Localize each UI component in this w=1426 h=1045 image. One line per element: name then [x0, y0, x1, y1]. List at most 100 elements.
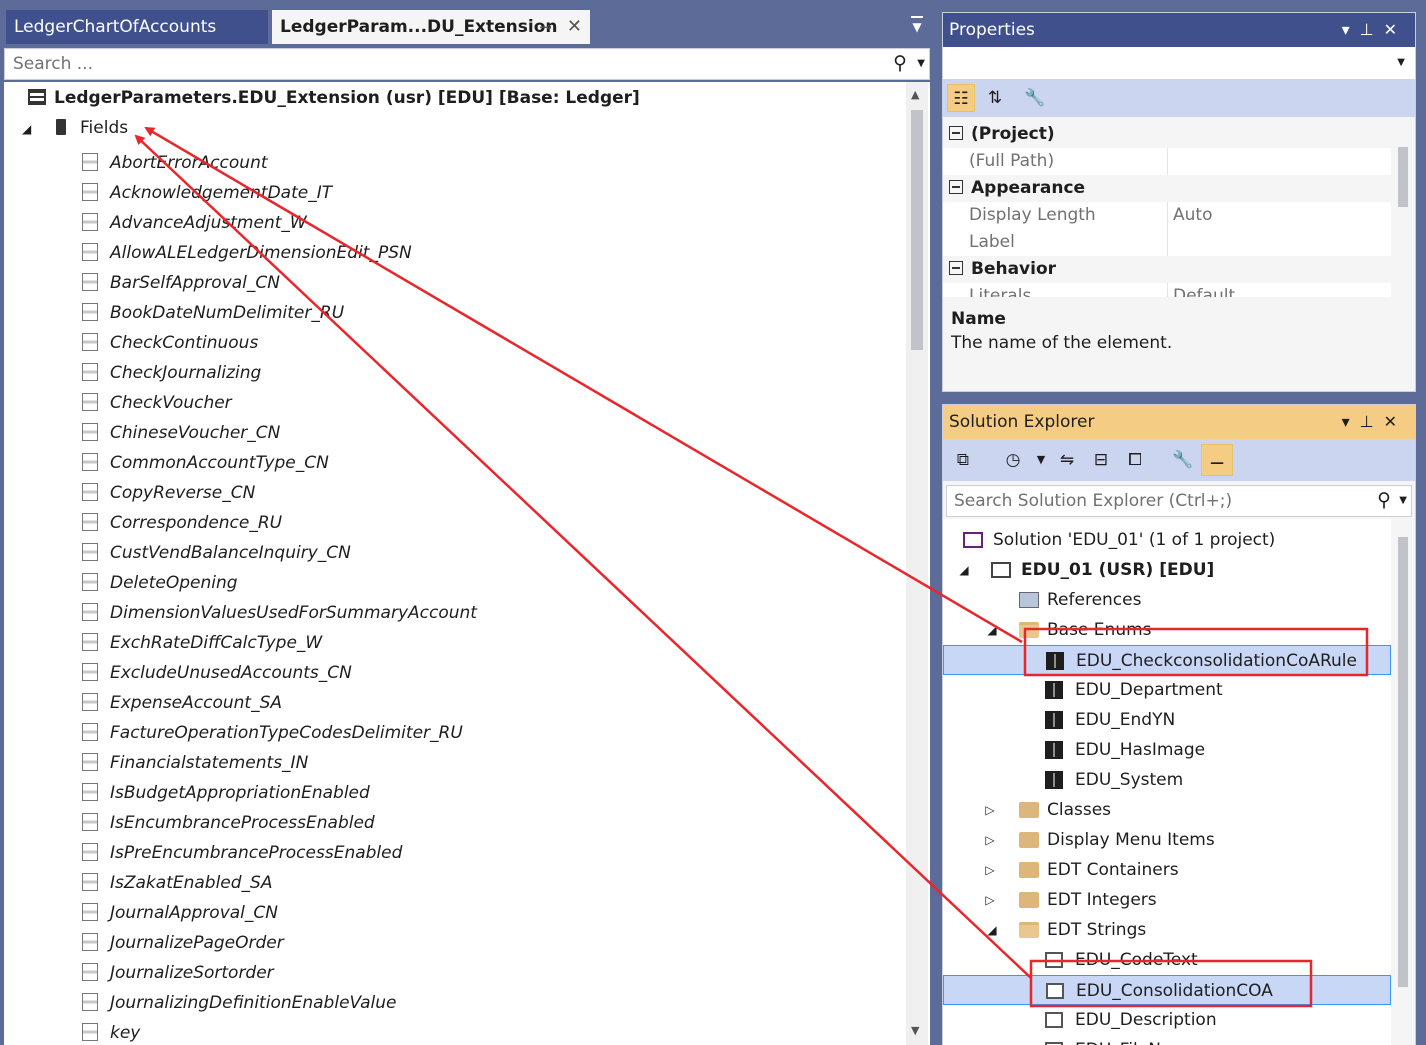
dropdown-icon[interactable]: ▾	[1342, 20, 1360, 39]
field-item[interactable]: Correspondence_RU	[82, 508, 477, 538]
property-value[interactable]: Auto	[1173, 202, 1212, 229]
field-item[interactable]: JournalizeSortorder	[82, 958, 477, 988]
tree-node-edt-string[interactable]: EDU_FileName	[943, 1035, 1391, 1045]
expand-arrow-icon[interactable]: ◢	[22, 122, 36, 136]
switch-views-icon[interactable]: ⧉	[949, 446, 977, 474]
collapsed-arrow-icon[interactable]: ▷	[983, 825, 997, 855]
tree-node-edt-string[interactable]: EDU_Description	[943, 1005, 1391, 1035]
chevron-down-icon[interactable]: ▼	[917, 58, 925, 69]
tree-node-edt-strings[interactable]: ◢ EDT Strings	[943, 915, 1391, 945]
tree-node-project[interactable]: ◢ EDU_01 (USR) [EDU]	[943, 555, 1391, 585]
field-item[interactable]: DeleteOpening	[82, 568, 477, 598]
scrollbar-thumb[interactable]	[911, 110, 923, 350]
field-item[interactable]: CustVendBalanceInquiry_CN	[82, 538, 477, 568]
wrench-icon[interactable]: 🔧	[1169, 446, 1197, 474]
close-icon[interactable]: ✕	[1384, 412, 1407, 431]
property-row[interactable]: (Full Path)	[943, 148, 1391, 175]
field-item[interactable]: ExcludeUnusedAccounts_CN	[82, 658, 477, 688]
scrollbar-thumb[interactable]	[1398, 147, 1408, 207]
field-item[interactable]: DimensionValuesUsedForSummaryAccount	[82, 598, 477, 628]
pin-icon[interactable]: ⊥	[1360, 412, 1384, 431]
search-icon[interactable]: ⚲	[1377, 489, 1391, 511]
collapse-icon[interactable]	[949, 180, 963, 194]
field-item[interactable]: JournalizingDefinitionEnableValue	[82, 988, 477, 1018]
expand-arrow-icon[interactable]: ◢	[985, 915, 999, 945]
tree-node-folder[interactable]: ▷ Classes	[943, 795, 1391, 825]
wrench-icon[interactable]: 🔧	[1021, 84, 1049, 112]
collapse-icon[interactable]	[949, 126, 963, 140]
field-item[interactable]: ExpenseAccount_SA	[82, 688, 477, 718]
close-icon[interactable]: ✕	[567, 10, 582, 44]
property-category[interactable]: Behavior	[943, 256, 1391, 283]
show-all-files-icon[interactable]: ⧠	[1121, 446, 1149, 474]
tab-overflow-dropdown-icon[interactable]: ▼	[908, 16, 926, 34]
scroll-down-icon[interactable]: ▼	[911, 1024, 919, 1037]
object-selector-combo[interactable]: ▼	[943, 47, 1415, 79]
vertical-scrollbar[interactable]: ▲ ▼	[906, 82, 928, 1045]
expand-arrow-icon[interactable]: ◢	[957, 555, 971, 585]
designer-search-box[interactable]: Search ... ⚲ ▼	[4, 48, 930, 80]
field-item[interactable]: IsPreEncumbranceProcessEnabled	[82, 838, 477, 868]
field-item[interactable]: Financialstatements_IN	[82, 748, 477, 778]
tree-node-references[interactable]: References	[943, 585, 1391, 615]
tree-node-base-enum[interactable]: EDU_EndYN	[943, 705, 1391, 735]
solution-search-box[interactable]: Search Solution Explorer (Ctrl+;) ⚲ ▼	[946, 485, 1412, 517]
chevron-down-icon[interactable]: ▼	[1027, 446, 1055, 474]
pin-icon[interactable]: ⊸	[539, 10, 552, 44]
field-item[interactable]: AbortErrorAccount	[82, 148, 477, 178]
dropdown-icon[interactable]: ▾	[1342, 412, 1360, 431]
expand-arrow-icon[interactable]: ◢	[985, 615, 999, 645]
close-icon[interactable]: ✕	[1384, 20, 1407, 39]
tree-node-base-enum[interactable]: EDU_System	[943, 765, 1391, 795]
sync-icon[interactable]: ⇋	[1053, 446, 1081, 474]
field-item[interactable]: CopyReverse_CN	[82, 478, 477, 508]
collapse-icon[interactable]	[949, 261, 963, 275]
collapsed-arrow-icon[interactable]: ▷	[983, 885, 997, 915]
field-item[interactable]: JournalApproval_CN	[82, 898, 477, 928]
scrollbar-thumb[interactable]	[1398, 537, 1408, 987]
field-item[interactable]: AcknowledgementDate_IT	[82, 178, 477, 208]
property-row[interactable]: Label	[943, 229, 1391, 256]
field-item[interactable]: CheckVoucher	[82, 388, 477, 418]
field-item[interactable]: ChineseVoucher_CN	[82, 418, 477, 448]
field-item[interactable]: ExchRateDiffCalcType_W	[82, 628, 477, 658]
tree-root-node[interactable]: LedgerParameters.EDU_Extension (usr) [ED…	[28, 88, 640, 108]
field-item[interactable]: BookDateNumDelimiter_RU	[82, 298, 477, 328]
chevron-down-icon[interactable]: ▼	[1399, 495, 1407, 506]
field-item[interactable]: AdvanceAdjustment_W	[82, 208, 477, 238]
tree-node-base-enum[interactable]: EDU_HasImage	[943, 735, 1391, 765]
search-input[interactable]: Search ...	[13, 54, 93, 74]
field-item[interactable]: IsZakatEnabled_SA	[82, 868, 477, 898]
field-item[interactable]: key	[82, 1018, 477, 1045]
collapsed-arrow-icon[interactable]: ▷	[983, 795, 997, 825]
solution-tree-scrollbar[interactable]	[1391, 519, 1415, 1045]
tree-node-base-enum[interactable]: EDU_CheckconsolidationCoARule	[943, 645, 1391, 675]
property-category[interactable]: Appearance	[943, 175, 1391, 202]
property-row[interactable]: Display Length Auto	[943, 202, 1391, 229]
pin-icon[interactable]: ⊥	[1360, 20, 1384, 39]
field-item[interactable]: IsBudgetAppropriationEnabled	[82, 778, 477, 808]
search-icon[interactable]: ⚲	[893, 52, 907, 74]
property-value[interactable]: Default	[1173, 283, 1235, 297]
collapsed-arrow-icon[interactable]: ▷	[983, 855, 997, 885]
chevron-down-icon[interactable]: ▼	[1397, 57, 1405, 68]
property-row[interactable]: Literals Default	[943, 283, 1391, 297]
tree-node-folder[interactable]: ▷ EDT Integers	[943, 885, 1391, 915]
field-item[interactable]: CheckContinuous	[82, 328, 477, 358]
tree-node-folder[interactable]: ▷ EDT Containers	[943, 855, 1391, 885]
field-item[interactable]: BarSelfApproval_CN	[82, 268, 477, 298]
tree-node-base-enums[interactable]: ◢ Base Enums	[943, 615, 1391, 645]
sort-alphabetical-icon[interactable]: ⇅	[981, 84, 1009, 112]
field-item[interactable]: AllowALELedgerDimensionEdit_PSN	[82, 238, 477, 268]
collapse-all-icon[interactable]: ⊟	[1087, 446, 1115, 474]
tab-ledger-parameters-extension[interactable]: LedgerParam...DU_Extension ⊸ ✕	[272, 10, 590, 44]
field-item[interactable]: CheckJournalizing	[82, 358, 477, 388]
tree-node-base-enum[interactable]: EDU_Department	[943, 675, 1391, 705]
categorized-icon[interactable]: ☷	[947, 84, 975, 112]
tree-node-edt-string[interactable]: EDU_CodeText	[943, 945, 1391, 975]
pending-changes-icon[interactable]: ◷	[999, 446, 1027, 474]
property-grid-scrollbar[interactable]	[1391, 121, 1415, 297]
tree-node-edt-string[interactable]: EDU_ConsolidationCOA	[943, 975, 1391, 1005]
tree-node-fields[interactable]: ◢ Fields	[22, 118, 128, 138]
field-item[interactable]: CommonAccountType_CN	[82, 448, 477, 478]
